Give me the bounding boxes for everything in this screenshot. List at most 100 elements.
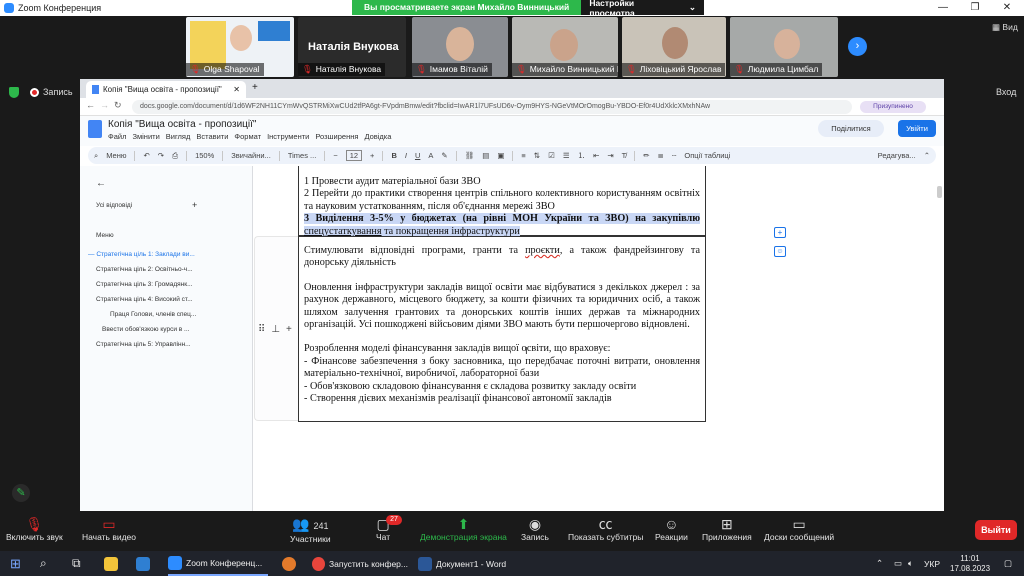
- taskbar-word[interactable]: Документ1 - Word: [418, 551, 514, 576]
- text-color-icon[interactable]: A: [428, 151, 433, 160]
- annotate-pen-icon[interactable]: ✎: [12, 484, 30, 502]
- outline-item-7[interactable]: Стратегічна ціль 5: Управлінн...: [96, 341, 191, 348]
- border-dash-icon[interactable]: ┄: [672, 151, 677, 160]
- participant-tile-3[interactable]: 🎙︎ Імамов Віталій: [412, 17, 508, 77]
- menus-search[interactable]: Меню: [106, 151, 126, 160]
- style-select[interactable]: Звичайни...: [231, 151, 271, 160]
- menu-extensions[interactable]: Розширення: [315, 132, 358, 141]
- bullet-list-icon[interactable]: ☰: [563, 151, 570, 160]
- link-icon[interactable]: ⛓: [465, 151, 475, 160]
- start-button[interactable]: ⊞: [10, 551, 21, 576]
- minimize-button[interactable]: —: [928, 0, 958, 16]
- edit-mode-select[interactable]: Редагува...: [878, 151, 916, 160]
- browser-tab[interactable]: Копія "Вища освіта - пропозиції" ✕: [86, 81, 246, 98]
- indent-decrease-icon[interactable]: ⇤: [593, 151, 599, 160]
- file-explorer-icon[interactable]: [104, 551, 122, 576]
- checklist-icon[interactable]: ☑: [548, 151, 555, 160]
- scrollbar-thumb[interactable]: [937, 186, 942, 198]
- add-comment-icon[interactable]: +: [774, 227, 786, 238]
- record-label[interactable]: Запись: [43, 87, 73, 97]
- drag-handle-icon[interactable]: ⠿: [258, 324, 265, 335]
- outline-item-5[interactable]: Праця Голови, членів спец...: [110, 311, 196, 318]
- pin-icon[interactable]: ⊥: [271, 324, 280, 335]
- menu-tools[interactable]: Інструменти: [267, 132, 309, 141]
- outline-item-3[interactable]: Стратегічна ціль 3: Громадянк...: [96, 281, 193, 288]
- collapse-toolbar-icon[interactable]: ⌃: [924, 151, 930, 160]
- view-options-button[interactable]: Настройки просмотра: [581, 0, 681, 18]
- clock[interactable]: 11:01 17.08.2023: [950, 551, 990, 576]
- whiteboards-button[interactable]: ▭ Доски сообщений: [764, 516, 834, 542]
- search-icon[interactable]: ⌕: [94, 151, 98, 161]
- view-button[interactable]: ▦ Вид: [992, 22, 1018, 33]
- back-icon[interactable]: ←: [86, 100, 95, 110]
- share-doc-button[interactable]: Поділитися: [818, 120, 884, 137]
- taskbar-search-icon[interactable]: ⌕: [40, 551, 47, 576]
- outline-item-4[interactable]: Стратегічна ціль 4: Високий ст...: [96, 296, 193, 303]
- outline-item-2[interactable]: Стратегічна ціль 2: Освітньо-ч...: [96, 266, 193, 273]
- taskbar-app-icon[interactable]: [282, 551, 300, 576]
- shield-icon[interactable]: [9, 87, 19, 98]
- next-page-chevron-icon[interactable]: ›: [848, 37, 867, 56]
- outline-item-1[interactable]: — Стратегічна ціль 1: Заклади ви...: [88, 251, 195, 258]
- forward-icon[interactable]: →: [100, 100, 109, 110]
- participant-tile-5[interactable]: 🎙︎ Ліховіцький Ярослав: [622, 17, 726, 77]
- menu-format[interactable]: Формат: [234, 132, 261, 141]
- chevron-down-icon[interactable]: ⌄: [681, 2, 704, 13]
- tray-chevron-icon[interactable]: ⌃: [876, 551, 883, 576]
- align-icon[interactable]: ≡: [521, 151, 525, 160]
- print-icon[interactable]: ⎙: [172, 151, 178, 161]
- outline-item-6[interactable]: Ввести обов'язкою курси в ...: [102, 326, 189, 333]
- record-button[interactable]: ◉ Запись: [521, 516, 549, 542]
- redo-icon[interactable]: ↷: [158, 151, 164, 160]
- mail-icon[interactable]: [136, 551, 154, 576]
- apps-button[interactable]: ⊞ Приложения: [702, 516, 752, 542]
- table-options-button[interactable]: Опції таблиці: [684, 151, 730, 160]
- url-field[interactable]: docs.google.com/document/d/1d6WF2NH11CYm…: [132, 100, 852, 114]
- font-size-field[interactable]: 12: [345, 150, 363, 161]
- taskbar-chrome[interactable]: Запустить конфер...: [312, 551, 408, 576]
- underline-icon[interactable]: U: [415, 151, 420, 160]
- clear-format-icon[interactable]: T̸: [622, 151, 627, 160]
- border-width-icon[interactable]: ≣: [658, 151, 664, 160]
- table-cell-2[interactable]: Стимулювати відповідні програми, гранти …: [298, 236, 706, 422]
- reload-icon[interactable]: ↻: [114, 100, 122, 111]
- indent-increase-icon[interactable]: ⇥: [607, 151, 613, 160]
- table-cell-1[interactable]: 1 Провести аудит матеріальної бази ЗВО 2…: [298, 166, 706, 237]
- subtitles-button[interactable]: ㏄ Показать субтитры: [568, 516, 643, 542]
- participant-tile-2[interactable]: Наталія Внукова 🎙︎ Наталія Внукова: [298, 17, 406, 77]
- font-size-decrease-icon[interactable]: −: [333, 151, 337, 160]
- leave-button[interactable]: Выйти: [975, 520, 1017, 540]
- close-tab-icon[interactable]: ✕: [233, 85, 240, 94]
- suggest-edit-icon[interactable]: ☺: [774, 246, 786, 257]
- font-size-increase-icon[interactable]: +: [370, 151, 374, 160]
- undo-icon[interactable]: ↶: [143, 151, 149, 160]
- comment-icon[interactable]: ▤: [482, 151, 489, 160]
- participant-tile-1[interactable]: 🎙︎ Olga Shapoval: [186, 17, 294, 77]
- menu-view[interactable]: Вигляд: [166, 132, 191, 141]
- line-spacing-icon[interactable]: ⇅: [534, 151, 540, 160]
- unmute-button[interactable]: 🎙︎ Включить звук: [6, 516, 63, 542]
- maximize-button[interactable]: ❐: [960, 0, 990, 16]
- docs-logo-icon[interactable]: [88, 120, 102, 138]
- task-view-icon[interactable]: ⧉: [72, 551, 81, 576]
- highlight-icon[interactable]: ✎: [441, 151, 447, 160]
- participant-tile-6[interactable]: 🎙︎ Людмила Цимбал: [730, 17, 838, 77]
- close-button[interactable]: ✕: [992, 0, 1022, 16]
- share-screen-button[interactable]: ⬆ Демонстрация экрана: [420, 516, 507, 542]
- border-color-icon[interactable]: ✏: [643, 151, 649, 160]
- add-row-icon[interactable]: +: [286, 324, 292, 335]
- participants-button[interactable]: 👥 241 Участники: [290, 516, 331, 544]
- notifications-icon[interactable]: ▢: [1004, 551, 1012, 576]
- menu-file[interactable]: Файл: [108, 132, 126, 141]
- network-icon[interactable]: ▭: [894, 551, 902, 576]
- sign-in-label[interactable]: Вход: [996, 87, 1016, 97]
- image-icon[interactable]: ▣: [497, 151, 504, 160]
- zoom-select[interactable]: 150%: [195, 151, 214, 160]
- new-tab-icon[interactable]: +: [252, 82, 258, 93]
- outline-back-icon[interactable]: ←: [96, 178, 106, 189]
- language-indicator[interactable]: УКР: [924, 551, 940, 576]
- outline-add-icon[interactable]: +: [192, 200, 197, 210]
- volume-icon[interactable]: 🔈︎: [908, 551, 913, 576]
- menu-insert[interactable]: Вставити: [196, 132, 228, 141]
- login-button[interactable]: Увійти: [898, 120, 936, 137]
